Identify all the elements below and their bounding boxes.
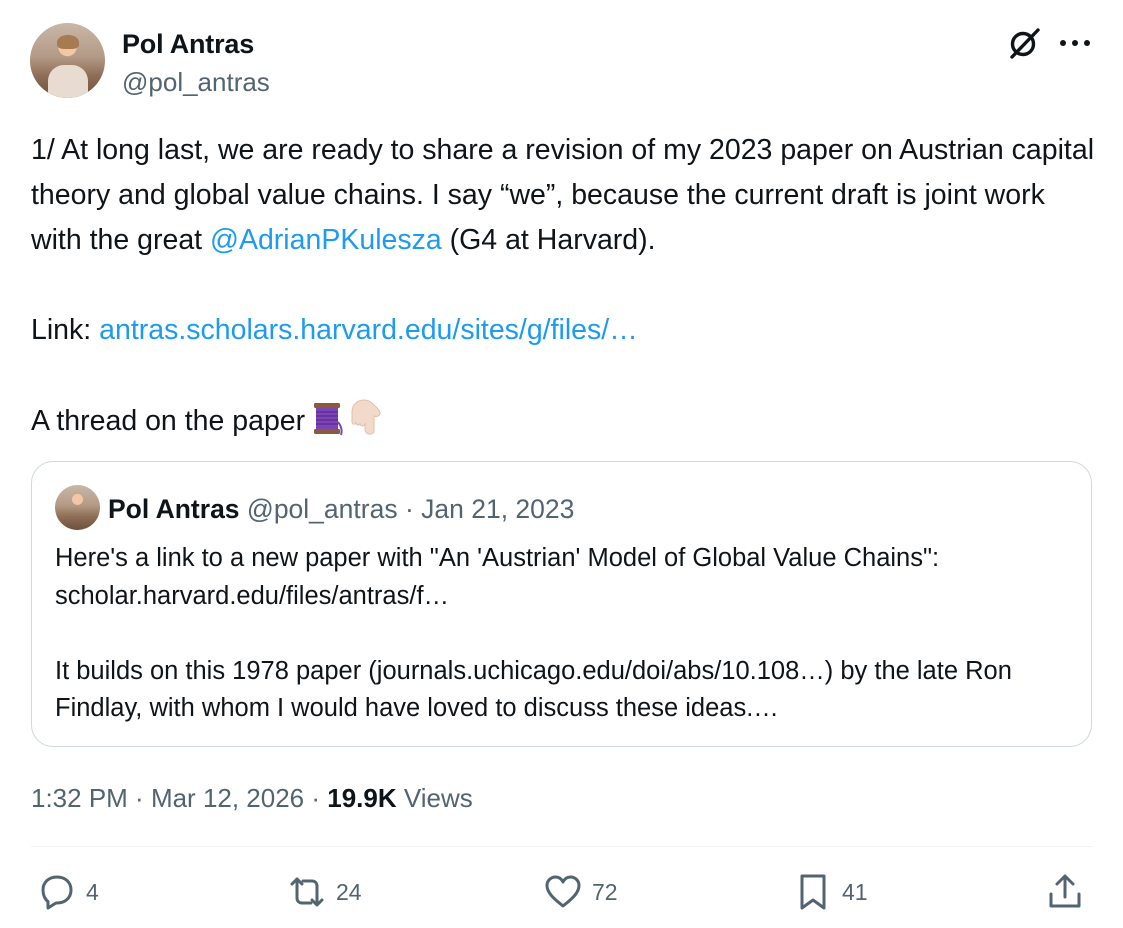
grok-icon[interactable] — [1006, 24, 1044, 62]
reply-icon — [41, 875, 73, 910]
quoted-date[interactable]: Jan 21, 2023 — [421, 494, 574, 524]
author-avatar[interactable] — [30, 23, 105, 98]
views-count: 19.9K — [327, 783, 397, 813]
like-button[interactable]: 72 — [543, 872, 618, 912]
quoted-author-avatar[interactable] — [55, 485, 100, 530]
bookmark-count: 41 — [842, 878, 868, 905]
repost-count: 24 — [336, 878, 362, 905]
tweet-text-thread: A thread on the paper — [31, 405, 306, 437]
bookmark-button[interactable]: 41 — [793, 872, 868, 912]
avatar-hair — [57, 35, 79, 49]
tweet-date[interactable]: Mar 12, 2026 — [151, 783, 304, 813]
quoted-tweet-card[interactable]: Pol Antras @pol_antras · Jan 21, 2023 He… — [31, 461, 1092, 747]
author-handle[interactable]: @pol_antras — [122, 67, 270, 98]
meta-separator-1: · — [127, 783, 151, 813]
quoted-tweet-header: Pol Antras @pol_antras · Jan 21, 2023 — [108, 494, 574, 525]
pointing-down-icon — [351, 399, 381, 435]
action-divider — [31, 846, 1093, 847]
thread-spool-icon — [314, 403, 343, 436]
quoted-separator: · — [397, 494, 422, 524]
mention-link[interactable]: @AdrianPKulesza — [210, 224, 442, 256]
quoted-author-name[interactable]: Pol Antras — [108, 494, 240, 524]
quoted-tweet-text: Here's a link to a new paper with "An 'A… — [55, 544, 1012, 722]
views-label: Views — [396, 783, 473, 813]
heart-icon — [545, 875, 581, 908]
reply-count: 4 — [86, 878, 99, 905]
reply-button[interactable]: 4 — [37, 872, 99, 912]
tweet-meta: 1:32 PM · Mar 12, 2026 · 19.9K Views — [31, 783, 473, 814]
share-icon — [1049, 874, 1081, 908]
avatar-shirt — [48, 65, 88, 98]
tweet-time[interactable]: 1:32 PM — [31, 783, 128, 813]
bookmark-icon — [800, 874, 826, 910]
author-display-name[interactable]: Pol Antras — [122, 29, 254, 60]
more-options-icon[interactable] — [1058, 36, 1092, 50]
repost-button[interactable]: 24 — [287, 872, 362, 912]
quoted-author-handle[interactable]: @pol_antras — [247, 494, 398, 524]
tweet-text: 1/ At long last, we are ready to share a… — [31, 128, 1101, 444]
share-button[interactable] — [1045, 872, 1085, 912]
repost-icon — [290, 877, 324, 907]
like-count: 72 — [592, 878, 618, 905]
paper-link[interactable]: antras.scholars.harvard.edu/sites/g/file… — [99, 314, 638, 346]
meta-separator-2: · — [304, 783, 328, 813]
